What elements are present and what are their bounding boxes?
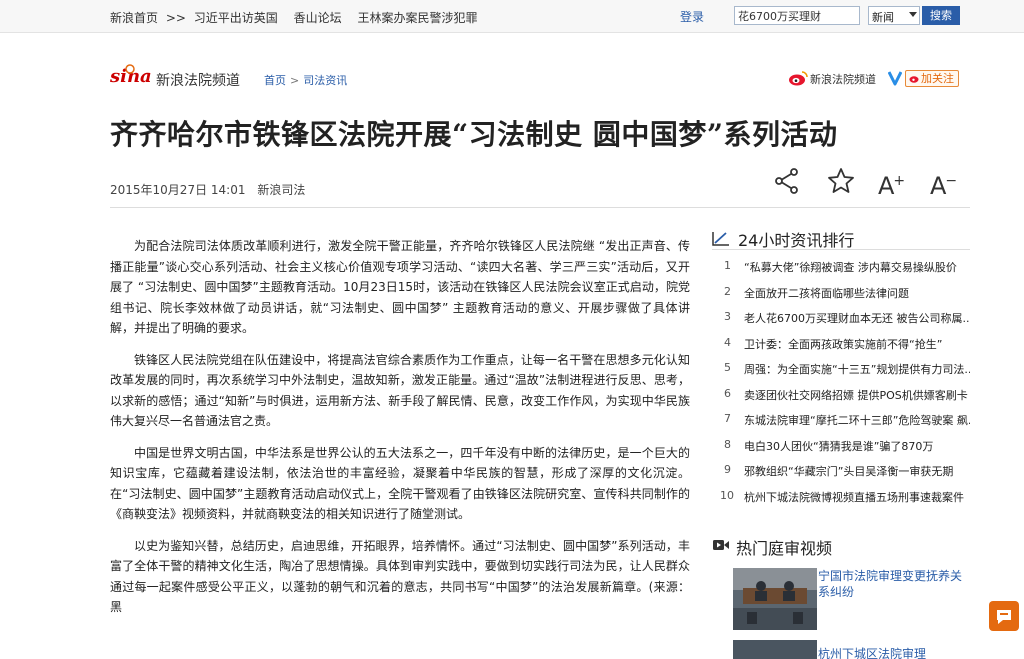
crumb-separator: > bbox=[290, 74, 300, 87]
ranking-list: 1 “私募大佬”徐翔被调查 涉内幕交易操纵股价 2 全面放开二孩将面临哪些法律问题 … bbox=[712, 254, 970, 509]
article-body: 为配合法院司法体质改革顺利进行，激发全院干警正能量，齐齐哈尔铁锋区人民法院继 “… bbox=[110, 236, 690, 629]
rank-number: 1 bbox=[724, 259, 731, 272]
ranking-item[interactable]: 4 卫计委：全面两孩政策实施前不得“抢生” bbox=[712, 331, 970, 357]
weibo-small-icon bbox=[909, 76, 919, 83]
rank-title[interactable]: 全面放开二孩将面临哪些法律问题 bbox=[744, 285, 970, 301]
font-decrease-button[interactable]: A− bbox=[930, 166, 960, 200]
rank-title[interactable]: 东城法院审理“摩托二环十三郎”危险驾驶案 飙... bbox=[744, 412, 970, 428]
article-paragraph: 以史为鉴知兴替，总结历史，启迪思维，开拓眼界，培养情怀。通过“习法制史、圆中国梦… bbox=[110, 538, 690, 615]
video-title[interactable]: 杭州下城区法院审理 bbox=[818, 645, 970, 659]
top-bar: 新浪首页 >> 习近平出访英国 香山论坛 王林案办案民警涉犯罪 登录 新闻 搜索 bbox=[0, 0, 1024, 33]
sina-logo[interactable]: sina bbox=[110, 64, 154, 86]
rank-title[interactable]: 杭州下城法院微博视频直播五场刑事速裁案件 bbox=[744, 489, 970, 505]
rank-title[interactable]: 老人花6700万买理财血本无还 被告公司称属... bbox=[744, 310, 970, 326]
plus-icon: + bbox=[893, 173, 906, 189]
trend-line-icon bbox=[712, 232, 729, 246]
ranking-item[interactable]: 5 周强：为全面实施“十三五”规划提供有力司法... bbox=[712, 356, 970, 382]
video-thumbnail[interactable] bbox=[733, 568, 817, 630]
rank-number: 7 bbox=[724, 412, 731, 425]
ranking-header: 24小时资讯排行 bbox=[712, 226, 970, 250]
link-xiangshan-forum[interactable]: 香山论坛 bbox=[294, 11, 342, 25]
ranking-item[interactable]: 2 全面放开二孩将面临哪些法律问题 bbox=[712, 280, 970, 306]
video-section-title: 热门庭审视频 bbox=[736, 539, 833, 558]
ranking-item[interactable]: 1 “私募大佬”徐翔被调查 涉内幕交易操纵股价 bbox=[712, 254, 970, 280]
search-scope-select[interactable]: 新闻 bbox=[868, 6, 920, 25]
article-paragraph: 铁锋区人民法院党组在队伍建设中，将提高法官综合素质作为工作重点，让每一名干警在思… bbox=[110, 352, 690, 429]
weibo-account-name[interactable]: 新浪法院频道 bbox=[810, 71, 876, 87]
chevron-down-icon bbox=[909, 12, 917, 17]
article-paragraph: 为配合法院司法体质改革顺利进行，激发全院干警正能量，齐齐哈尔铁锋区人民法院继 “… bbox=[110, 239, 690, 335]
header-divider bbox=[110, 207, 970, 208]
rank-title[interactable]: 电白30人团伙“猜猜我是谁”骗了870万 bbox=[744, 438, 970, 454]
crumb-section[interactable]: 司法资讯 bbox=[303, 74, 347, 87]
link-xi-visit-uk[interactable]: 习近平出访英国 bbox=[194, 11, 278, 25]
ranking-item[interactable]: 8 电白30人团伙“猜猜我是谁”骗了870万 bbox=[712, 433, 970, 459]
rank-title[interactable]: 卫计委：全面两孩政策实施前不得“抢生” bbox=[744, 336, 970, 352]
ranking-item[interactable]: 6 卖逐团伙社交网络招嫖 提供POS机供嫖客刷卡 bbox=[712, 382, 970, 408]
article-title: 齐齐哈尔市铁锋区法院开展“习法制史 圆中国梦”系列活动 bbox=[110, 118, 838, 151]
link-wanglin-case[interactable]: 王林案办案民警涉犯罪 bbox=[357, 11, 477, 25]
search-button[interactable]: 搜索 bbox=[922, 6, 960, 25]
rank-number: 9 bbox=[724, 463, 731, 476]
ranking-item[interactable]: 10 杭州下城法院微博视频直播五场刑事速裁案件 bbox=[712, 484, 970, 510]
rank-number: 10 bbox=[720, 488, 734, 502]
font-increase-button[interactable]: A+ bbox=[878, 166, 908, 200]
follow-label: 加关注 bbox=[921, 72, 954, 85]
article-meta: 2015年10月27日 14:01 新浪司法 bbox=[110, 181, 305, 198]
rank-number: 6 bbox=[724, 386, 731, 400]
top-breadcrumb: 新浪首页 >> 习近平出访英国 香山论坛 王林案办案民警涉犯罪 bbox=[110, 9, 489, 26]
font-increase-a: A bbox=[878, 172, 895, 200]
sina-logo-text: sina bbox=[110, 66, 152, 86]
rank-title[interactable]: 邪教组织“华藏宗门”头目吴泽衡一审获无期 bbox=[744, 463, 970, 479]
ranking-item[interactable]: 9 邪教组织“华藏宗门”头目吴泽衡一审获无期 bbox=[712, 458, 970, 484]
rank-title[interactable]: 周强：为全面实施“十三五”规划提供有力司法... bbox=[744, 361, 970, 377]
rank-number: 3 bbox=[724, 310, 731, 323]
font-decrease-a: A bbox=[930, 172, 947, 200]
search-scope-label: 新闻 bbox=[872, 11, 894, 24]
login-link[interactable]: 登录 bbox=[680, 8, 704, 25]
channel-breadcrumb: 首页 > 司法资讯 bbox=[264, 72, 347, 88]
rank-number: 4 bbox=[724, 335, 731, 349]
ranking-title: 24小时资讯排行 bbox=[738, 231, 855, 250]
video-camera-icon bbox=[713, 540, 729, 550]
follow-button[interactable]: 加关注 bbox=[905, 70, 959, 87]
video-section-header: 热门庭审视频 bbox=[712, 534, 970, 558]
verified-v-icon bbox=[888, 71, 902, 86]
rank-title[interactable]: 卖逐团伙社交网络招嫖 提供POS机供嫖客刷卡 bbox=[744, 387, 970, 403]
rank-number: 2 bbox=[724, 284, 731, 298]
search-input[interactable] bbox=[734, 6, 860, 25]
star-favorite-icon[interactable] bbox=[826, 166, 856, 196]
minus-icon: − bbox=[945, 173, 958, 189]
floating-feedback-icon[interactable] bbox=[988, 600, 1020, 632]
rank-title[interactable]: “私募大佬”徐翔被调查 涉内幕交易操纵股价 bbox=[744, 259, 970, 275]
link-sina-home[interactable]: 新浪首页 bbox=[110, 11, 158, 25]
weibo-icon[interactable] bbox=[788, 70, 808, 86]
breadcrumb-separator: >> bbox=[165, 11, 186, 25]
article-paragraph: 中国是世界文明古国，中华法系是世界公认的五大法系之一，四千年没有中断的法律历史，… bbox=[110, 445, 690, 522]
article-date: 2015年10月27日 14:01 bbox=[110, 183, 246, 197]
video-thumbnail[interactable] bbox=[733, 640, 817, 659]
video-title[interactable]: 宁国市法院审理变更抚养关系纠纷 bbox=[818, 568, 970, 600]
rank-number: 8 bbox=[724, 437, 731, 451]
rank-number: 5 bbox=[724, 361, 731, 374]
article-source[interactable]: 新浪司法 bbox=[257, 183, 305, 197]
share-icon[interactable] bbox=[772, 166, 802, 196]
ranking-item[interactable]: 3 老人花6700万买理财血本无还 被告公司称属... bbox=[712, 305, 970, 331]
channel-name[interactable]: 新浪法院频道 bbox=[156, 70, 240, 90]
crumb-home[interactable]: 首页 bbox=[264, 74, 286, 87]
ranking-item[interactable]: 7 东城法院审理“摩托二环十三郎”危险驾驶案 飙... bbox=[712, 407, 970, 433]
